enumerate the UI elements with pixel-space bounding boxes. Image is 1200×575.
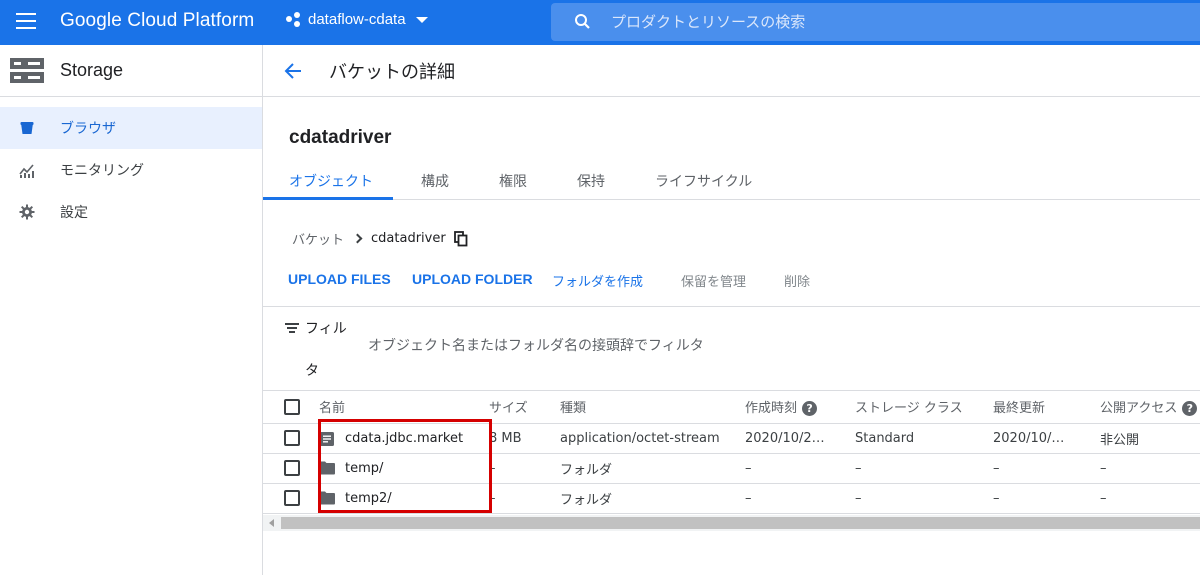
cell-access: – (1100, 453, 1200, 484)
bucket-icon (19, 120, 35, 136)
tab-lifecycle[interactable]: ライフサイクル (655, 171, 752, 191)
column-header-updated[interactable]: 最終更新 (993, 391, 1100, 424)
cell-type: フォルダ (560, 483, 745, 514)
filter-label: フィル (305, 321, 347, 337)
cell-access: – (1100, 483, 1200, 514)
cell-created: – (745, 483, 855, 514)
objects-table: 名前 サイズ 種類 作成時刻? ストレージ クラス 最終更新 公開アクセス? c… (263, 391, 1200, 514)
filter-input[interactable] (368, 338, 868, 354)
top-app-bar: Google Cloud Platform dataflow-cdata (0, 0, 1200, 45)
tab-bar: オブジェクト 構成 権限 保持 ライフサイクル (263, 163, 1200, 200)
chevron-down-icon (415, 16, 428, 23)
help-icon[interactable]: ? (802, 401, 818, 417)
filter-label-wrap: タ (305, 363, 319, 379)
cell-type: フォルダ (560, 453, 745, 484)
cell-size: – (489, 453, 560, 484)
chevron-right-icon (352, 233, 363, 244)
cell-created: – (745, 453, 855, 484)
select-all-checkbox[interactable] (284, 398, 300, 415)
project-name: dataflow-cdata (308, 11, 406, 28)
sidebar-item-label: ブラウザ (60, 121, 116, 137)
page-title: バケットの詳細 (329, 61, 455, 83)
row-checkbox[interactable] (284, 430, 300, 446)
row-checkbox[interactable] (284, 460, 300, 476)
column-header-access[interactable]: 公開アクセス? (1100, 391, 1200, 424)
folder-icon (319, 491, 335, 505)
sidebar-item-browser[interactable]: ブラウザ (0, 107, 262, 149)
cell-storage-class: – (855, 483, 993, 514)
table-row[interactable]: cdata.jdbc.market 8 MB application/octet… (263, 423, 1200, 454)
create-folder-button[interactable]: フォルダを作成 (552, 271, 643, 290)
delete-button[interactable]: 削除 (784, 271, 810, 290)
cell-updated: – (993, 483, 1100, 514)
object-name-link[interactable]: temp/ (345, 461, 383, 476)
tab-retention[interactable]: 保持 (577, 171, 605, 191)
column-header-size[interactable]: サイズ (489, 391, 560, 424)
column-header-type[interactable]: 種類 (560, 391, 745, 424)
column-header-name[interactable]: 名前 (319, 391, 489, 424)
storage-icon (10, 57, 44, 84)
cell-size: 8 MB (489, 423, 560, 454)
bucket-name: cdatadriver (289, 127, 392, 148)
cell-storage-class: – (855, 453, 993, 484)
cell-size: – (489, 483, 560, 514)
action-bar: UPLOAD FILES UPLOAD FOLDER フォルダを作成 保留を管理… (263, 267, 1200, 307)
cell-updated: – (993, 453, 1100, 484)
monitoring-icon (19, 162, 35, 178)
breadcrumb-current: cdatadriver (371, 231, 446, 246)
table-row[interactable]: temp2/ – フォルダ – – – – (263, 483, 1200, 514)
help-icon[interactable]: ? (1182, 401, 1198, 417)
cell-type: application/octet-stream (560, 423, 745, 454)
sidebar-title: Storage (60, 60, 124, 80)
project-icon (286, 11, 302, 28)
row-checkbox[interactable] (284, 490, 300, 506)
active-tab-indicator (263, 197, 393, 200)
filter-icon (285, 323, 299, 333)
horizontal-scrollbar[interactable] (263, 515, 1200, 531)
tab-objects[interactable]: オブジェクト (289, 171, 373, 191)
filter-bar: フィル タ (263, 308, 1200, 391)
upload-files-button[interactable]: UPLOAD FILES (288, 271, 391, 287)
upload-folder-button[interactable]: UPLOAD FOLDER (412, 271, 533, 287)
main-content: バケットの詳細 cdatadriver オブジェクト 構成 権限 保持 ライフサ… (263, 45, 1200, 575)
search-input[interactable] (611, 13, 1111, 31)
sidebar-header: Storage (0, 45, 262, 97)
cell-storage-class: Standard (855, 423, 993, 454)
menu-icon[interactable] (16, 13, 36, 29)
sidebar-item-settings[interactable]: 設定 (0, 191, 262, 233)
scroll-left-arrow-icon[interactable] (269, 519, 274, 527)
copy-icon[interactable] (453, 230, 468, 247)
gear-icon (19, 204, 35, 220)
cell-created: 2020/10/2… (745, 423, 855, 454)
column-header-access-label: 公開アクセス (1100, 401, 1178, 417)
back-arrow-icon[interactable] (283, 61, 303, 81)
tab-configuration[interactable]: 構成 (421, 171, 449, 191)
cell-updated: 2020/10/… (993, 423, 1100, 454)
breadcrumb-root[interactable]: バケット (292, 229, 344, 248)
table-header-row: 名前 サイズ 種類 作成時刻? ストレージ クラス 最終更新 公開アクセス? (263, 391, 1200, 424)
table-row[interactable]: temp/ – フォルダ – – – – (263, 453, 1200, 484)
tab-permissions[interactable]: 権限 (499, 171, 527, 191)
sidebar-item-label: モニタリング (60, 163, 144, 179)
column-header-created-label: 作成時刻 (745, 401, 798, 417)
sidebar-item-monitoring[interactable]: モニタリング (0, 149, 262, 191)
object-name-link[interactable]: cdata.jdbc.market (345, 431, 463, 446)
breadcrumb: バケット cdatadriver (292, 229, 468, 248)
object-name-link[interactable]: temp2/ (345, 491, 392, 506)
search-bar[interactable] (551, 3, 1200, 41)
cell-access: 非公開 (1100, 423, 1200, 454)
app-brand[interactable]: Google Cloud Platform (60, 10, 254, 32)
sidebar: Storage ブラウザ モニタリング 設定 (0, 45, 263, 575)
scrollbar-thumb[interactable] (281, 517, 1200, 529)
search-icon (569, 3, 599, 41)
project-selector[interactable]: dataflow-cdata (286, 11, 428, 28)
file-icon (319, 431, 335, 446)
column-header-storage-class[interactable]: ストレージ クラス (855, 391, 993, 424)
folder-icon (319, 461, 335, 475)
manage-holds-button[interactable]: 保留を管理 (681, 271, 746, 290)
column-header-created[interactable]: 作成時刻? (745, 391, 855, 424)
page-header: バケットの詳細 (263, 45, 1200, 97)
sidebar-item-label: 設定 (60, 205, 88, 221)
